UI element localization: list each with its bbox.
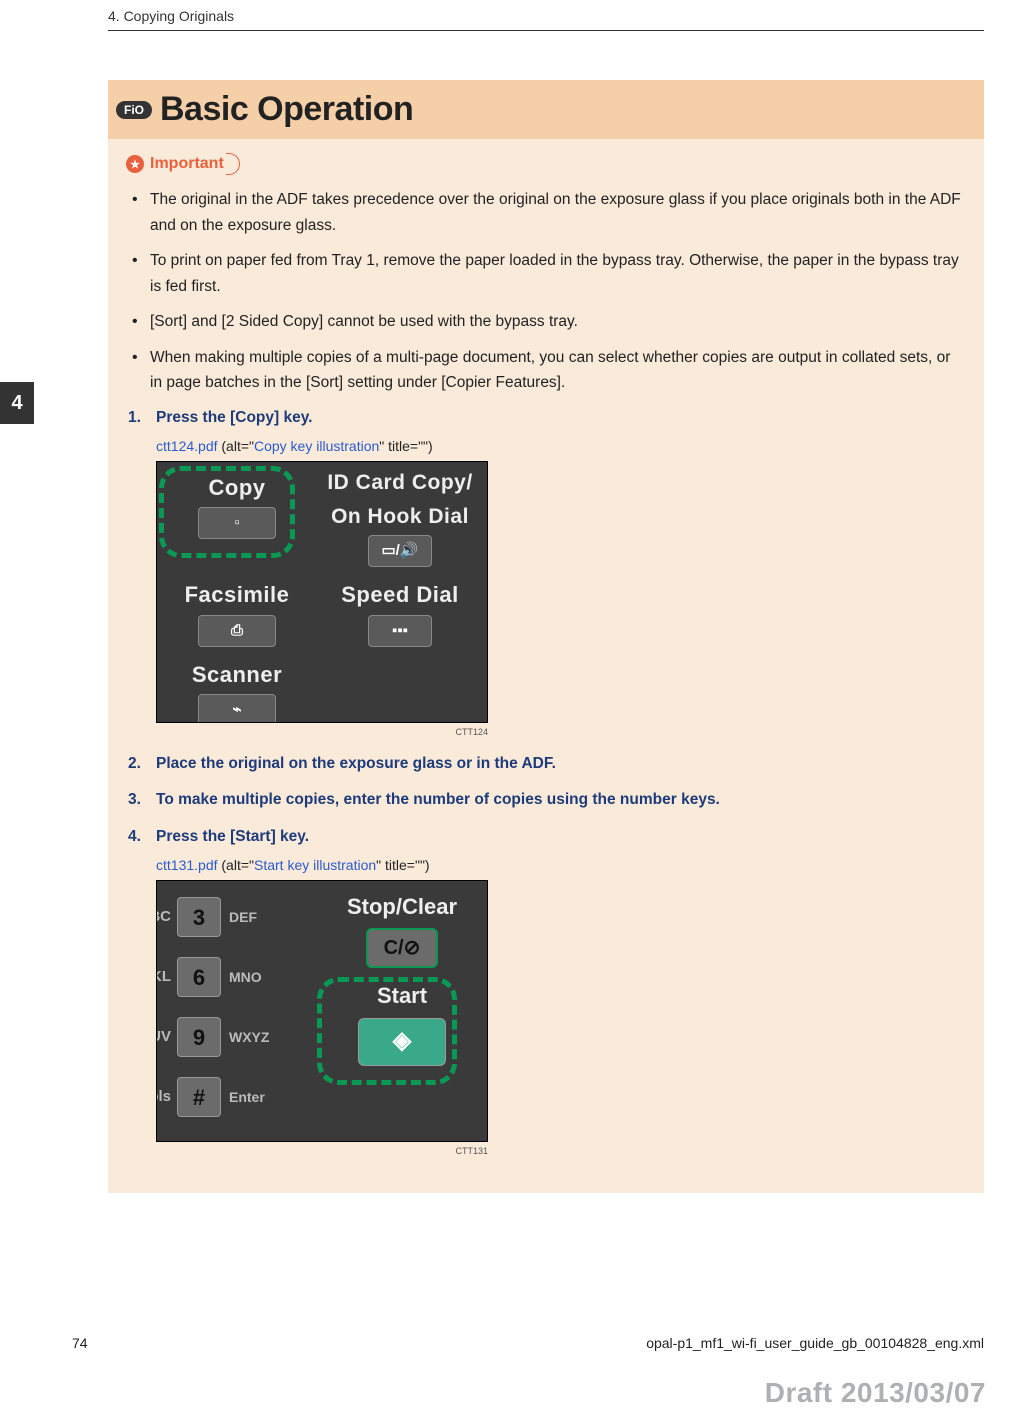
bullet-item: The original in the ADF takes precedence… xyxy=(150,187,966,238)
fig1-alt-text: Copy key illustration xyxy=(254,438,379,454)
scanner-label: Scanner xyxy=(192,657,282,692)
star-icon: ★ xyxy=(126,155,144,173)
bullet-item: [Sort] and [2 Sided Copy] cannot be used… xyxy=(150,309,966,335)
np-def: DEF xyxy=(225,906,277,928)
figure2: ABC 3 DEF JKL 6 MNO TUV 9 WXYZ mbols xyxy=(156,880,966,1158)
step-1: Press the [Copy] key. ctt124.pdf (alt="C… xyxy=(156,406,966,740)
bullet-item: To print on paper fed from Tray 1, remov… xyxy=(150,248,966,299)
bullet-item: When making multiple copies of a multi-p… xyxy=(150,345,966,396)
fio-pill: FiO xyxy=(116,101,152,119)
speeddial-icon: ▪▪▪ xyxy=(392,619,408,643)
page-title: Basic Operation xyxy=(160,90,413,129)
main-content: FiO Basic Operation ★ Important The orig… xyxy=(108,80,984,1193)
facsimile-label: Facsimile xyxy=(185,577,290,612)
draft-watermark: Draft 2013/03/07 xyxy=(765,1377,986,1409)
scanner-icon: ⌁ xyxy=(232,698,241,722)
important-header: ★ Important xyxy=(126,153,966,175)
idcard-group: ID Card Copy/ On Hook Dial ▭/🔊 xyxy=(319,464,481,567)
fax-icon: ⎙ xyxy=(231,619,243,643)
footer-filename: opal-p1_mf1_wi-fi_user_guide_gb_00104828… xyxy=(646,1335,984,1351)
page-footer: 74 opal-p1_mf1_wi-fi_user_guide_gb_00104… xyxy=(72,1335,984,1351)
np-key-6[interactable]: 6 xyxy=(177,957,221,997)
side-tab-number: 4 xyxy=(11,392,22,415)
start-icon: ◈ xyxy=(393,1022,411,1060)
figure2-caption: CTT131 xyxy=(156,1144,488,1158)
step-1-text: Press the [Copy] key. xyxy=(156,409,313,426)
start-stop-column: Stop/Clear C/⊘ Start ◈ xyxy=(327,889,477,1075)
speeddial-label: Speed Dial xyxy=(341,577,458,612)
step-4: Press the [Start] key. ctt131.pdf (alt="… xyxy=(156,825,966,1159)
facsimile-group: Facsimile ⎙ xyxy=(163,567,311,646)
np-tuv: TUV xyxy=(156,1025,173,1049)
step-2: Place the original on the exposure glass… xyxy=(156,752,966,777)
np-abc: ABC xyxy=(156,905,173,929)
stopclear-button[interactable]: C/⊘ xyxy=(366,928,438,968)
np-key-hash[interactable]: # xyxy=(177,1077,221,1117)
content-box: ★ Important The original in the ADF take… xyxy=(108,139,984,1193)
title-block: FiO Basic Operation xyxy=(108,80,984,139)
start-label: Start xyxy=(327,978,477,1013)
important-list: The original in the ADF takes precedence… xyxy=(126,187,966,396)
speeddial-group: Speed Dial ▪▪▪ xyxy=(319,567,481,646)
copy-key-group: Copy ▫ xyxy=(163,464,311,567)
fig1-alt-prefix: (alt=" xyxy=(218,438,254,454)
figure2-file-link[interactable]: ctt131.pdf xyxy=(156,857,218,873)
numpad: ABC 3 DEF JKL 6 MNO TUV 9 WXYZ mbols xyxy=(156,891,277,1123)
stopclear-icon: C/⊘ xyxy=(384,932,421,964)
idcard-label-2: On Hook Dial xyxy=(331,500,469,534)
stopclear-label: Stop/Clear xyxy=(327,889,477,924)
np-mno: MNO xyxy=(225,966,277,988)
idcard-icon: ▭/🔊 xyxy=(381,539,418,563)
idcard-label-1: ID Card Copy/ xyxy=(327,466,472,500)
step-2-text: Place the original on the exposure glass… xyxy=(156,755,556,772)
step-3: To make multiple copies, enter the numbe… xyxy=(156,788,966,813)
np-key-3[interactable]: 3 xyxy=(177,897,221,937)
panel-copy-key: Copy ▫ ID Card Copy/ On Hook Dial ▭/🔊 xyxy=(156,461,488,723)
copy-key-button[interactable]: ▫ xyxy=(198,507,276,539)
scanner-key-button[interactable]: ⌁ xyxy=(198,694,276,723)
step-3-text: To make multiple copies, enter the numbe… xyxy=(156,791,720,808)
figure1: Copy ▫ ID Card Copy/ On Hook Dial ▭/🔊 xyxy=(156,461,966,739)
important-arc xyxy=(226,153,240,175)
np-wxyz: WXYZ xyxy=(225,1026,277,1048)
fig2-alt-prefix: (alt=" xyxy=(218,857,254,873)
chapter-header: 4. Copying Originals xyxy=(108,8,984,31)
fig1-alt-suffix: " title="") xyxy=(379,438,432,454)
fig2-alt-suffix: " title="") xyxy=(376,857,429,873)
figure1-file-link[interactable]: ctt124.pdf xyxy=(156,438,218,454)
scanner-group: Scanner ⌁ xyxy=(163,647,311,724)
start-button[interactable]: ◈ xyxy=(358,1018,446,1066)
chapter-header-text: 4. Copying Originals xyxy=(108,8,234,24)
np-jkl: JKL xyxy=(156,965,173,989)
copy-label: Copy xyxy=(209,470,266,505)
np-key-9[interactable]: 9 xyxy=(177,1017,221,1057)
side-tab: 4 xyxy=(0,382,34,424)
figure1-meta: ctt124.pdf (alt="Copy key illustration" … xyxy=(156,435,966,457)
figure1-caption: CTT124 xyxy=(156,725,488,739)
speeddial-key-button[interactable]: ▪▪▪ xyxy=(368,615,432,647)
np-enter: Enter xyxy=(225,1086,277,1108)
step-4-text: Press the [Start] key. xyxy=(156,828,309,845)
header-rule xyxy=(108,30,984,31)
idcard-key-button[interactable]: ▭/🔊 xyxy=(368,535,432,567)
np-symbols: mbols xyxy=(156,1085,173,1109)
fig2-alt-text: Start key illustration xyxy=(254,857,376,873)
page-number: 74 xyxy=(72,1335,88,1351)
panel-start-key: ABC 3 DEF JKL 6 MNO TUV 9 WXYZ mbols xyxy=(156,880,488,1142)
important-label: Important xyxy=(150,155,224,173)
figure2-meta: ctt131.pdf (alt="Start key illustration"… xyxy=(156,854,966,876)
steps-list: Press the [Copy] key. ctt124.pdf (alt="C… xyxy=(126,406,966,1159)
document-icon: ▫ xyxy=(234,511,239,535)
facsimile-key-button[interactable]: ⎙ xyxy=(198,615,276,647)
